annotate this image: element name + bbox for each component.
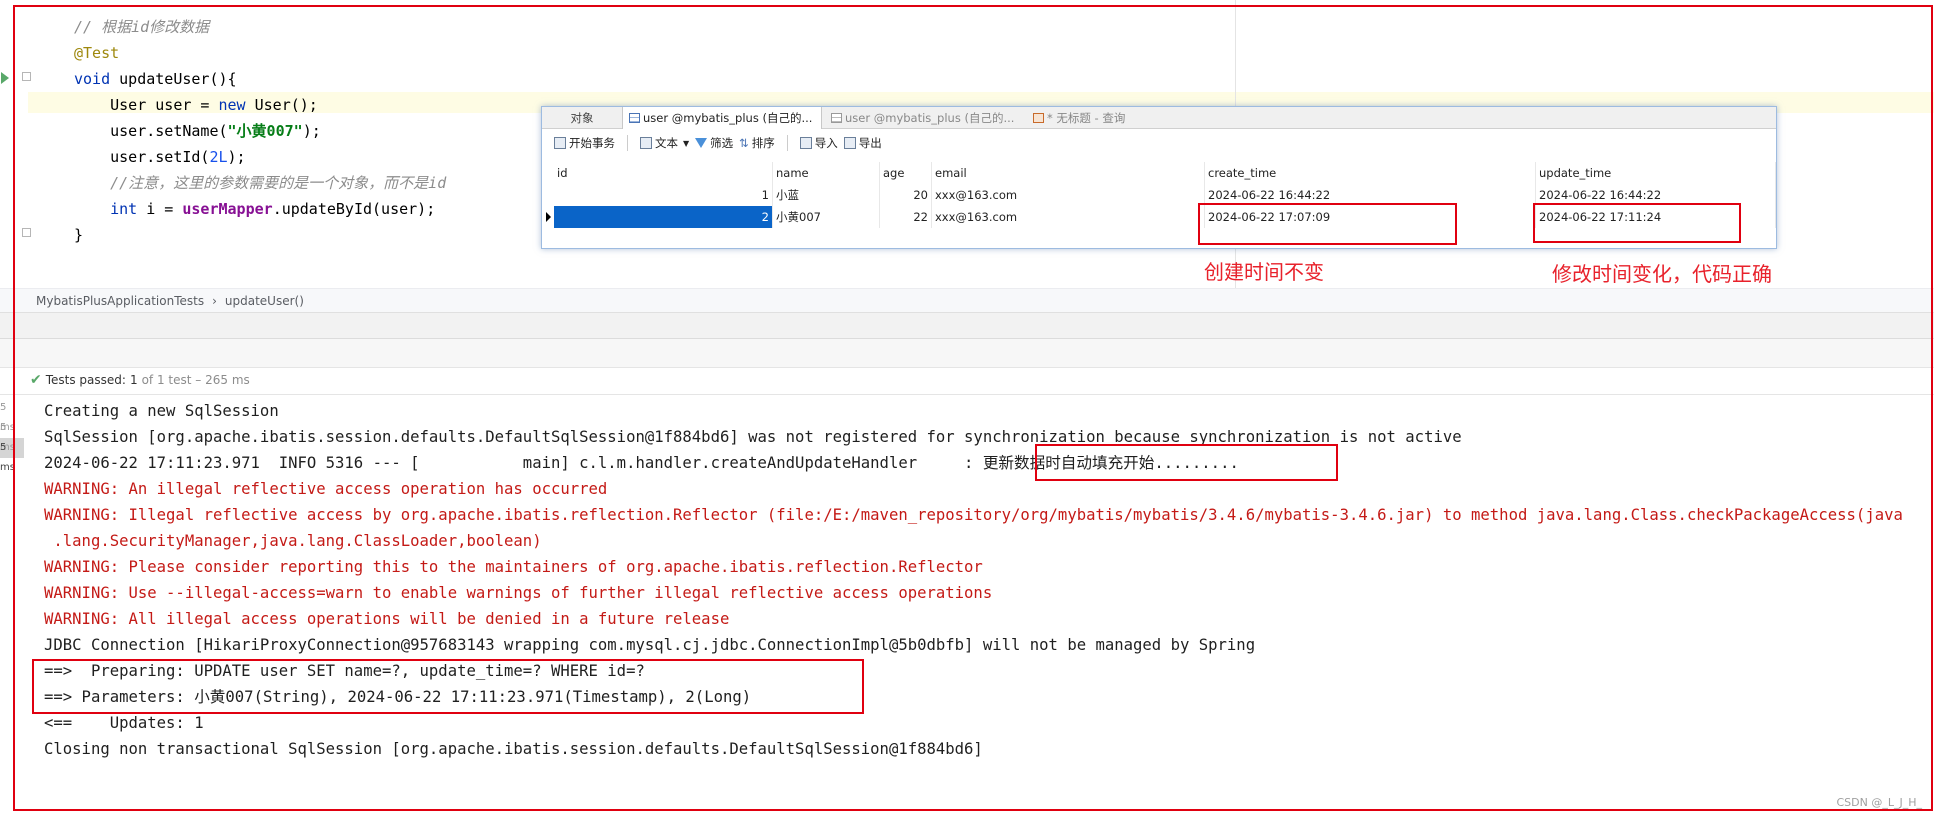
run-test-icon[interactable] <box>1 72 9 84</box>
watermark: CSDN @_L_J_H_ <box>1836 796 1922 809</box>
outer-highlight-frame <box>13 5 1933 811</box>
